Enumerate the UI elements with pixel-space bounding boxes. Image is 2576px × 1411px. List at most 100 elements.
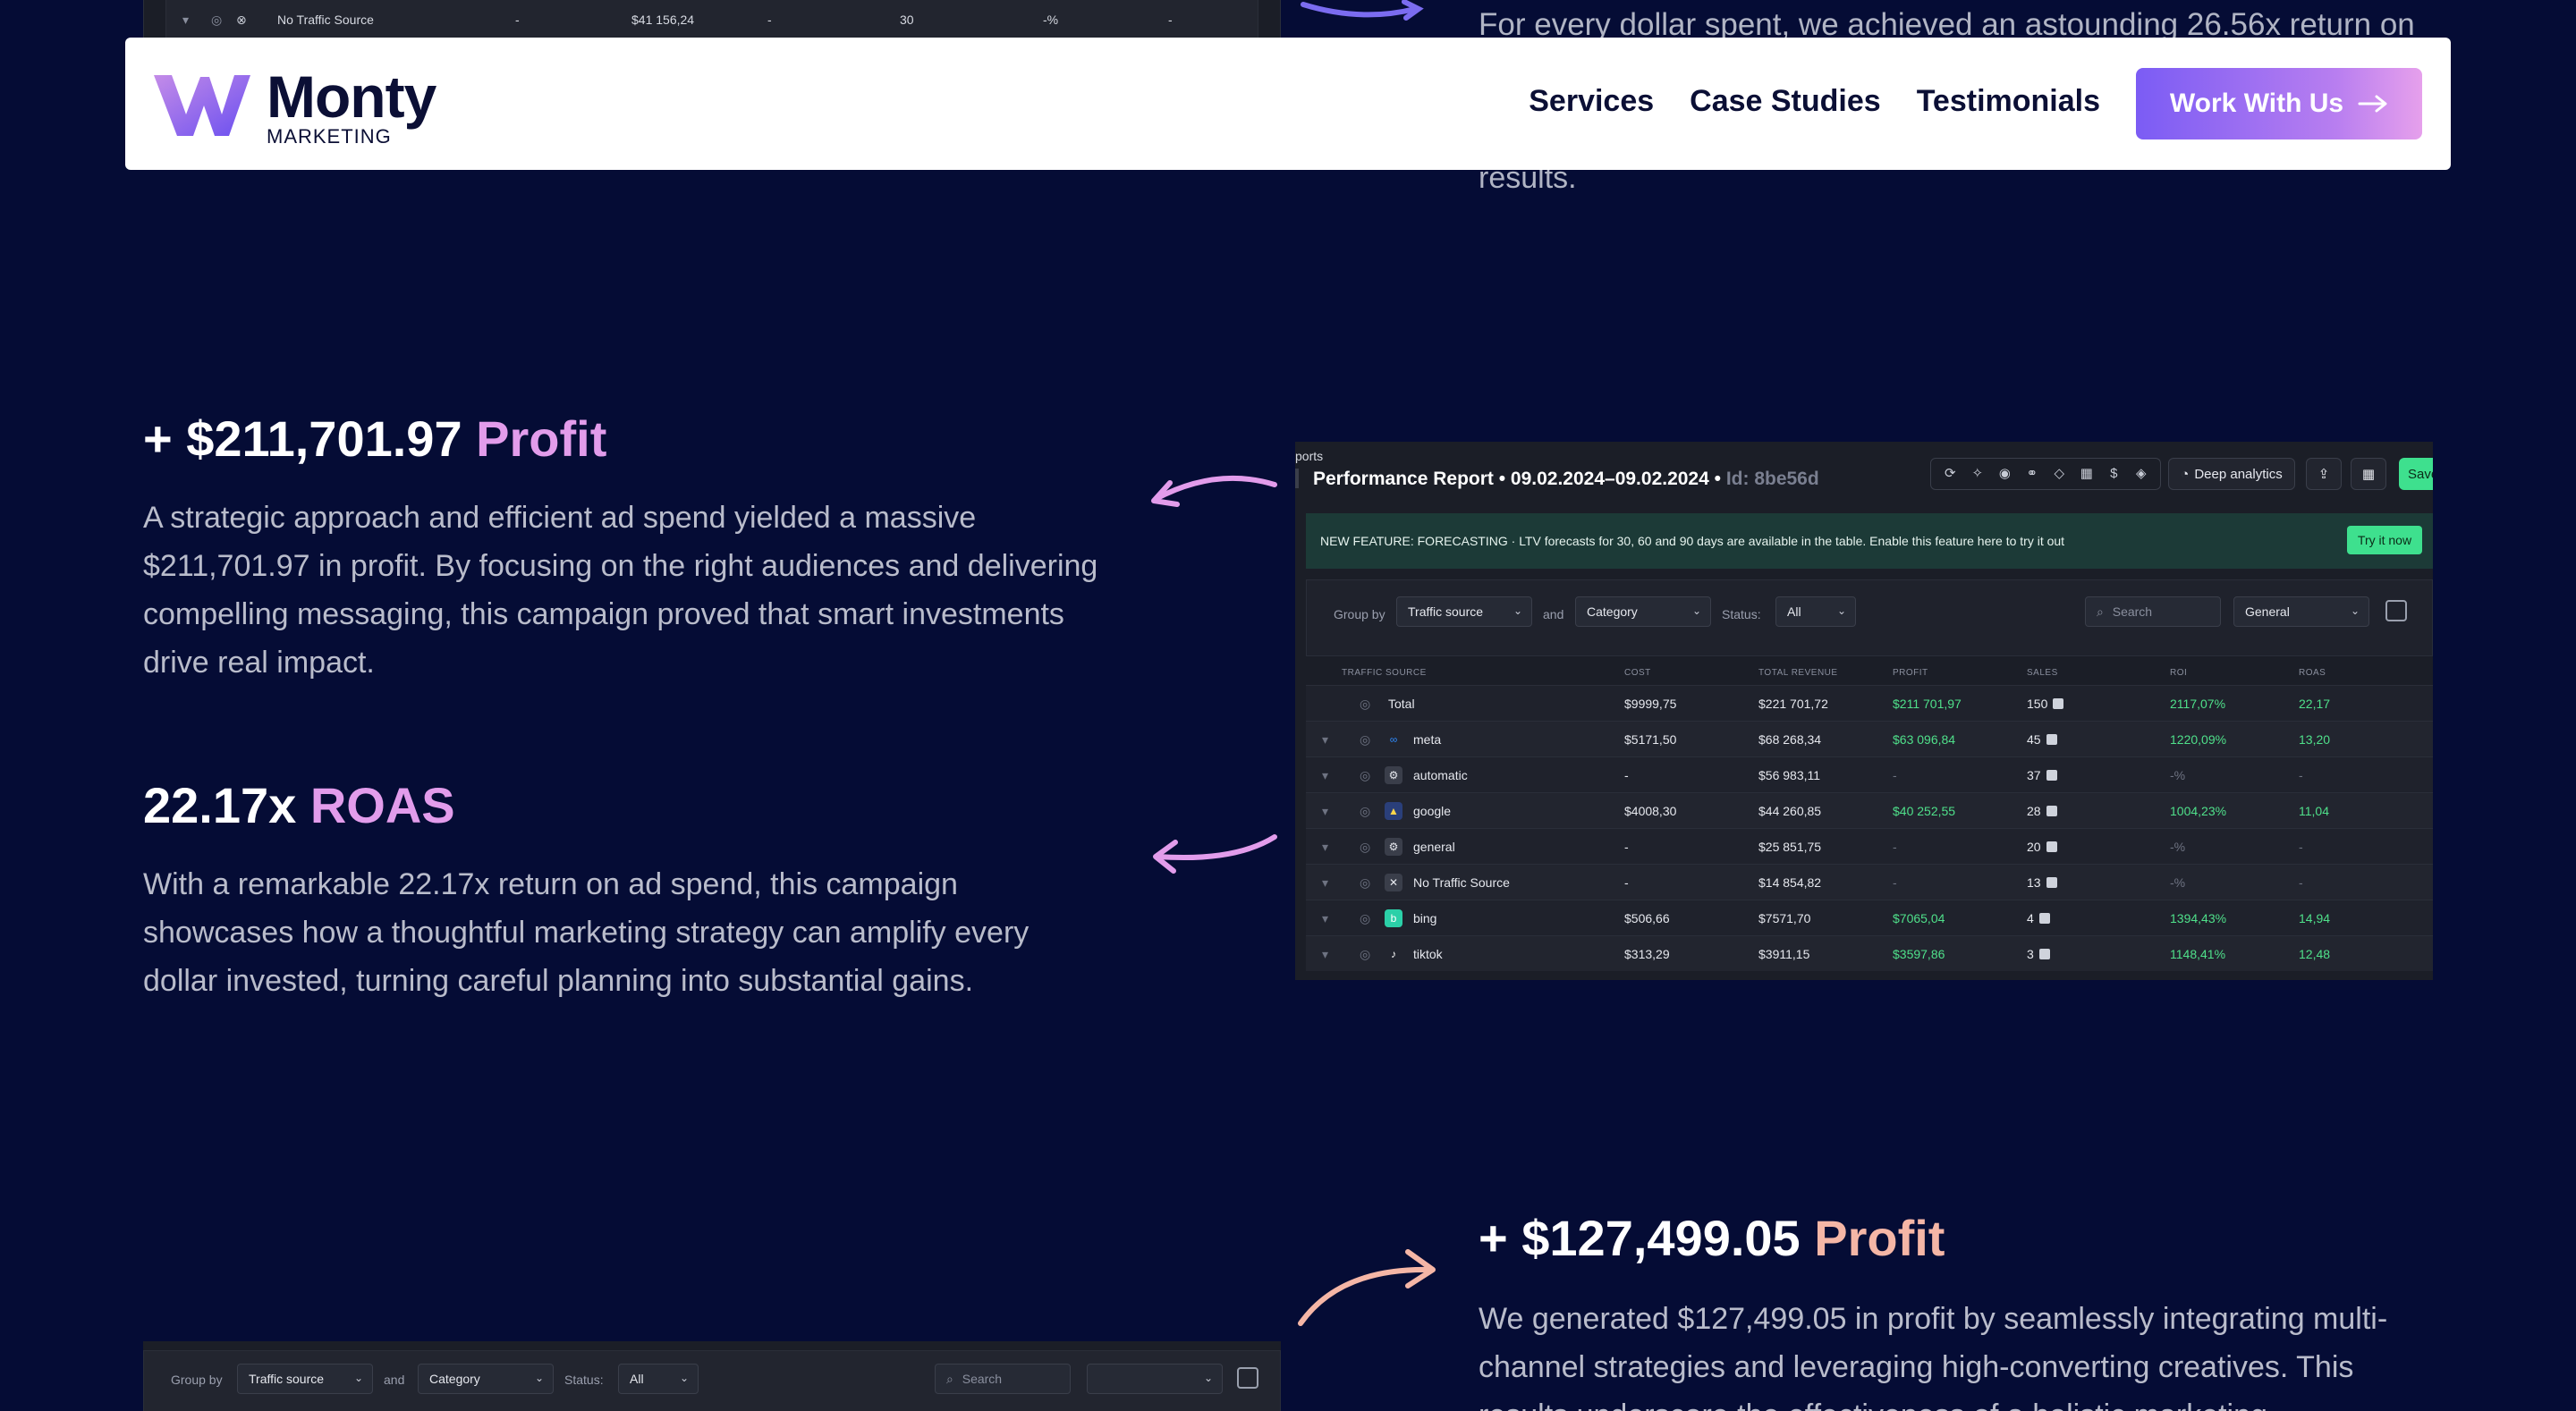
analytics-icon: ◔	[2181, 466, 2190, 482]
dollar-icon[interactable]: $	[2106, 466, 2122, 482]
stat-profit-2-heading: + $127,499.05 Profit	[1479, 1209, 1945, 1267]
bing-icon: b	[1385, 909, 1402, 927]
chevron-down-icon: ⌄	[353, 1372, 363, 1384]
roi-value: 2117,07%	[2170, 697, 2226, 711]
sparkle-icon[interactable]: ✧	[1970, 466, 1986, 482]
revenue-value: $7571,70	[1758, 911, 1811, 925]
coin-icon[interactable]: ◉	[1996, 466, 2012, 482]
and-label: and	[1543, 607, 1564, 621]
refresh-icon[interactable]: ⟳	[1942, 466, 1958, 482]
performance-report-screenshot: ports Performance Report • 09.02.2024–09…	[1295, 442, 2433, 980]
table-row[interactable]: ▾ ◎ ∞ meta $5171,50 $68 268,34 $63 096,84 45 122…	[1306, 721, 2433, 756]
share-icon: ⇪	[2318, 467, 2330, 482]
column-header[interactable]: COST	[1624, 668, 1651, 678]
nav-link-services[interactable]: Services	[1529, 84, 1654, 119]
search-icon: ◎	[1360, 697, 1371, 711]
column-header[interactable]: SALES	[2027, 668, 2058, 678]
chevron-down-icon[interactable]: ▾	[1322, 947, 1328, 962]
roas-value: 11,04	[2299, 804, 2329, 818]
column-header[interactable]: PROFIT	[1893, 668, 1928, 678]
stat-profit-2-accent: Profit	[1814, 1210, 1945, 1266]
view-select[interactable]: ⌄	[1087, 1364, 1223, 1394]
search-icon: ◎	[1360, 947, 1371, 961]
stat-profit-heading: + $211,701.97 Profit	[143, 410, 606, 468]
tag-icon[interactable]: ◇	[2051, 466, 2067, 482]
arrow-left-icon	[1151, 475, 1277, 507]
logo[interactable]: Monty MARKETING	[152, 67, 436, 148]
category-select[interactable]: Category ⌄	[1575, 596, 1711, 627]
calendar-icon[interactable]: ▦	[2079, 466, 2095, 482]
search-icon: ◎	[1360, 840, 1371, 854]
save-button[interactable]: Save	[2399, 458, 2433, 490]
roas-value: -	[2299, 875, 2303, 890]
status-select[interactable]: All ⌄	[618, 1364, 699, 1394]
table-row[interactable]: ▾ ◎ ⚙ general - $25 851,75 - 20 -% -	[1306, 828, 2433, 864]
chevron-down-icon[interactable]: ▾	[1322, 911, 1328, 926]
stat-roas-heading: 22.17x ROAS	[143, 776, 455, 834]
share-button[interactable]: ⇪	[2306, 458, 2342, 490]
search-input[interactable]: ⌕ Search	[2085, 596, 2221, 627]
banner-text: NEW FEATURE: FORECASTING · LTV forecasts…	[1320, 534, 2065, 548]
view-select[interactable]: General ⌄	[2233, 596, 2369, 627]
sales-value: 150	[2027, 697, 2064, 711]
table-row[interactable]: ▾ ◎ ✕ No Traffic Source - $14 854,82 - 13 -% -	[1306, 864, 2433, 900]
sales-badge-icon	[2046, 734, 2057, 745]
sales-badge-icon	[2046, 806, 2057, 816]
roas-value: 12,48	[2299, 947, 2331, 961]
group-by-label: Group by	[1334, 607, 1385, 621]
roi-value: 1220,09%	[2170, 732, 2227, 747]
table-row[interactable]: ▾ ◎ ▲ google $4008,30 $44 260,85 $40 252,55 28 1…	[1306, 792, 2433, 828]
group-by-select[interactable]: Traffic source ⌄	[1396, 596, 1532, 627]
chevron-down-icon[interactable]: ▾	[1322, 804, 1328, 819]
table-row: ▾ ◎ ⊗ No Traffic Source - $41 156,24 - 3…	[165, 0, 1258, 39]
stat-roas-body: With a remarkable 22.17x return on ad sp…	[143, 867, 1030, 998]
cost-value: $506,66	[1624, 911, 1670, 925]
status-select[interactable]: All ⌄	[1775, 596, 1856, 627]
chevron-down-icon[interactable]: ▾	[1322, 875, 1328, 891]
search-input[interactable]: ⌕ Search	[935, 1364, 1071, 1394]
sales-value: 3	[2027, 947, 2050, 961]
revenue-value: $221 701,72	[1758, 697, 1828, 711]
column-settings-icon[interactable]	[1237, 1367, 1258, 1389]
sales-badge-icon	[2046, 877, 2057, 888]
category-select[interactable]: Category ⌄	[418, 1364, 554, 1394]
sales-value: 4	[2027, 911, 2050, 925]
nav-link-testimonials[interactable]: Testimonials	[1917, 84, 2100, 119]
nav-link-case-studies[interactable]: Case Studies	[1690, 84, 1881, 119]
try-it-now-button[interactable]: Try it now	[2347, 526, 2422, 554]
feature-banner: NEW FEATURE: FORECASTING · LTV forecasts…	[1306, 513, 2433, 569]
table-row[interactable]: ◎ Total $9999,75 $221 701,72 $211 701,97 150 2…	[1306, 685, 2433, 721]
label-icon[interactable]: ◈	[2133, 466, 2149, 482]
chevron-down-icon[interactable]: ▾	[1322, 840, 1328, 855]
brand-subtitle: MARKETING	[267, 125, 392, 148]
column-settings-icon[interactable]	[2385, 600, 2407, 621]
google-ads-icon: ▲	[1385, 802, 1402, 820]
deep-analytics-button[interactable]: ◔ Deep analytics	[2168, 458, 2295, 490]
source-name: meta	[1413, 732, 1442, 747]
table-row[interactable]: ▾ ◎ b bing $506,66 $7571,70 $7065,04 4 1394,43% 1…	[1306, 900, 2433, 935]
revenue-value: $3911,15	[1758, 947, 1810, 961]
column-header[interactable]: ROAS	[2299, 668, 2326, 678]
table-row[interactable]: ▾ ◎ ♪ tiktok $313,29 $3911,15 $3597,86 3 1148,41…	[1306, 935, 2433, 971]
chevron-down-icon[interactable]: ▾	[1322, 732, 1328, 748]
work-with-us-button[interactable]: Work With Us	[2136, 68, 2422, 139]
arrow-right-icon	[2358, 95, 2387, 113]
column-header[interactable]: TOTAL REVENUE	[1758, 668, 1838, 678]
table-row[interactable]: ▾ ◎ ⚙ automatic - $56 983,11 - 37 -% -	[1306, 756, 2433, 792]
chevron-down-icon: ⌄	[1203, 1372, 1213, 1384]
profit-value: $7065,04	[1893, 911, 1945, 925]
chevron-down-icon[interactable]: ▾	[1322, 768, 1328, 783]
stat-profit-2-value: + $127,499.05	[1479, 1210, 1801, 1266]
group-by-select[interactable]: Traffic source ⌄	[237, 1364, 373, 1394]
profit-value: $63 096,84	[1893, 732, 1956, 747]
arrow-icon	[1301, 0, 1424, 21]
filter-bar: Group by Traffic source ⌄ and Category ⌄…	[143, 1350, 1281, 1411]
columns-button[interactable]: ▦	[2351, 458, 2386, 490]
chevron-down-icon: ⌄	[1513, 604, 1522, 617]
revenue-value: $14 854,82	[1758, 875, 1822, 890]
link-icon[interactable]: ⚭	[2024, 466, 2040, 482]
column-header[interactable]: ROI	[2170, 668, 2187, 678]
roi-value: 1394,43%	[2170, 911, 2227, 925]
column-header[interactable]: TRAFFIC SOURCE	[1342, 668, 1427, 678]
arrow-left-icon	[1153, 834, 1277, 874]
